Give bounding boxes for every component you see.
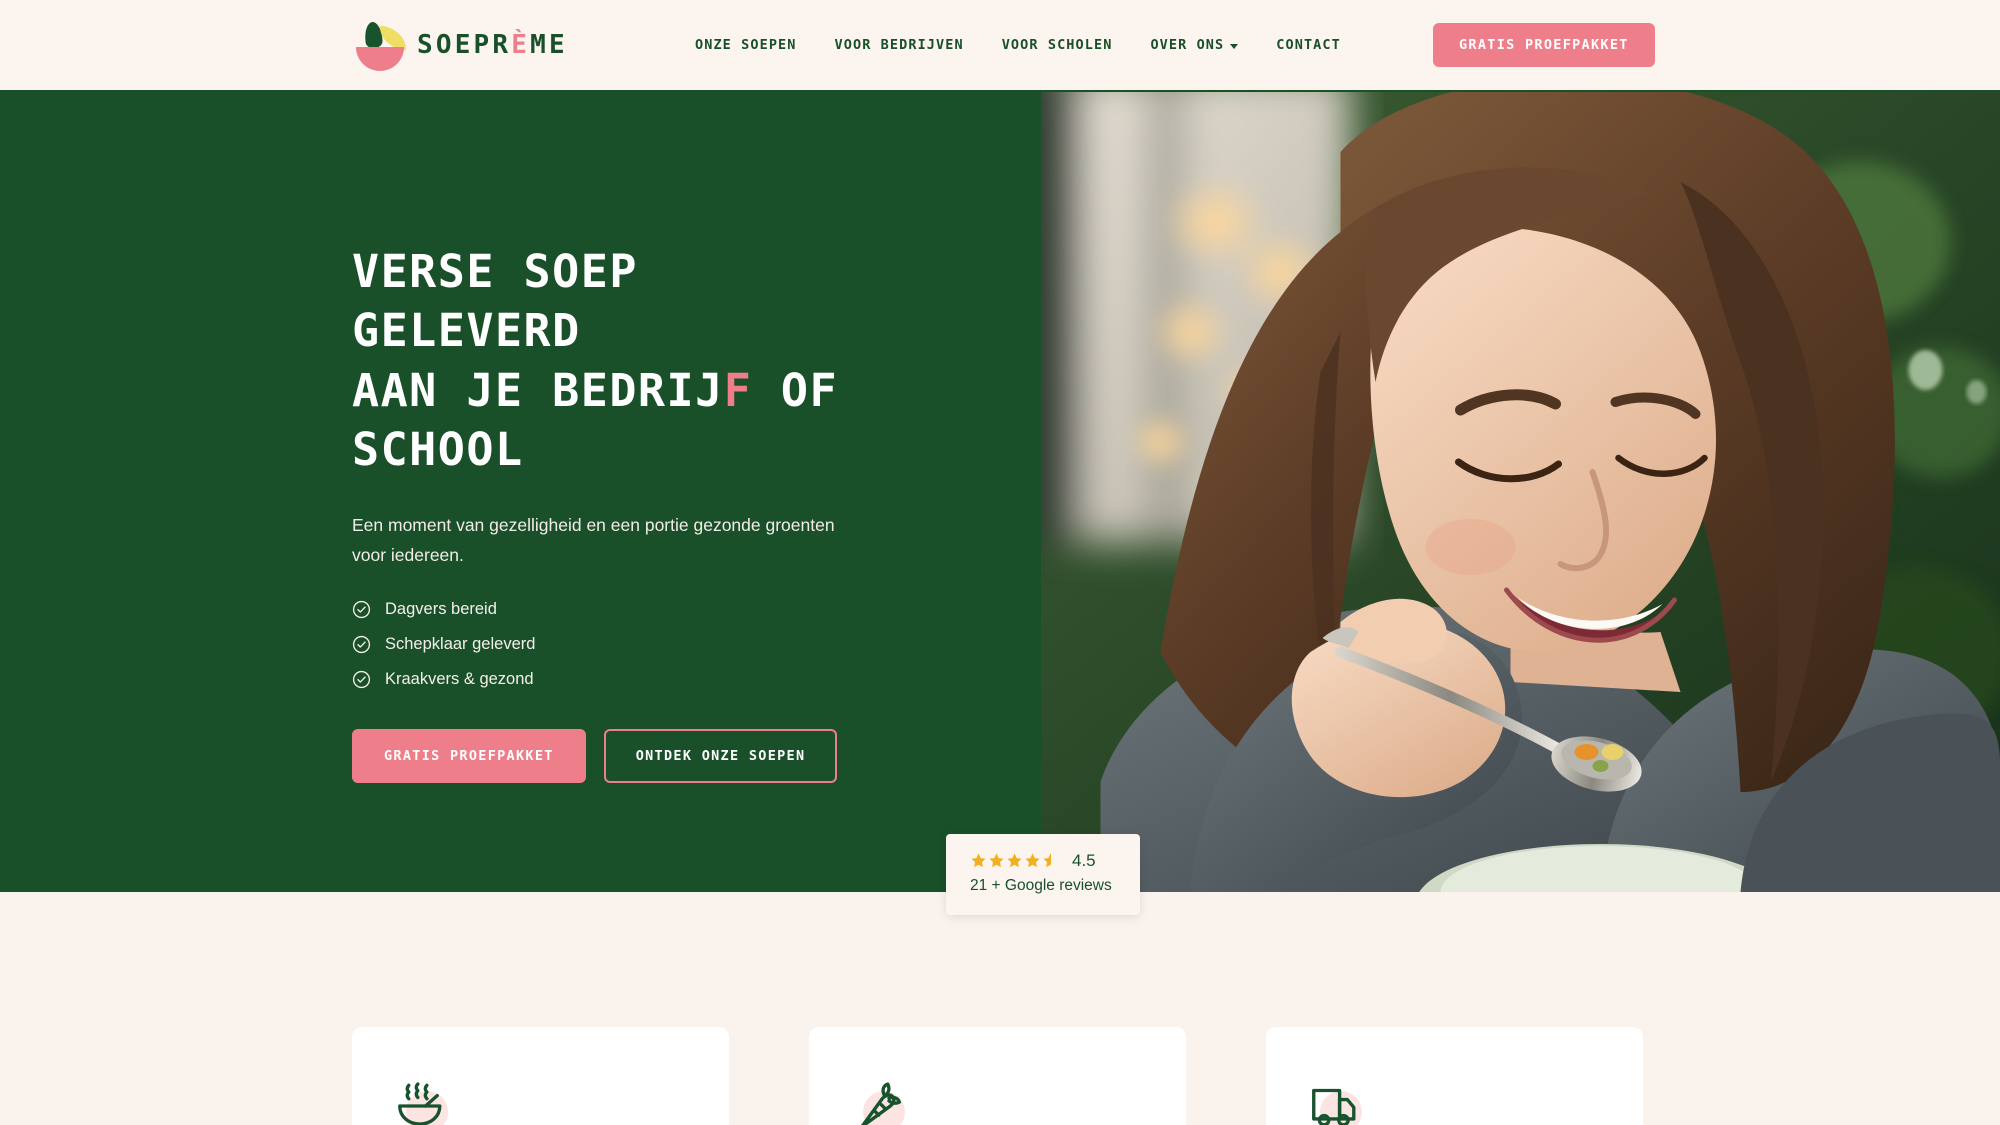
star-icon [1007, 853, 1022, 868]
nav-label: VOOR SCHOLEN [1001, 37, 1113, 53]
nav-label: OVER ONS [1150, 37, 1225, 53]
header-cta-button[interactable]: GRATIS PROEFPAKKET [1433, 23, 1655, 67]
hero-image-panel [1041, 92, 2000, 892]
check-circle-icon [352, 600, 371, 619]
star-icon [989, 853, 1004, 868]
main-navigation: ONZE SOEPEN VOOR BEDRIJVEN VOOR SCHOLEN … [676, 37, 1360, 53]
brand-name-part2: ME [530, 30, 568, 60]
nav-item-contact[interactable]: CONTACT [1257, 37, 1360, 53]
logo-pink-bowl [356, 47, 404, 71]
carrot-icon [849, 1075, 911, 1125]
feature-card-delivery[interactable] [1266, 1027, 1643, 1125]
feature-card-row [352, 1027, 1643, 1125]
nav-item-voor-scholen[interactable]: VOOR SCHOLEN [983, 37, 1132, 53]
hero-title-accent-letter: F [723, 363, 753, 417]
nav-item-over-ons[interactable]: OVER ONS [1131, 37, 1257, 53]
reviews-rating-row: 4.5 [970, 852, 1116, 869]
check-circle-icon [352, 635, 371, 654]
hero-benefits-list: Dagvers bereid Schepklaar geleverd Kraak… [352, 600, 892, 689]
list-item: Dagvers bereid [352, 600, 892, 619]
site-header: SOEPRÈME ONZE SOEPEN VOOR BEDRIJVEN VOOR… [0, 0, 2000, 92]
nav-label: ONZE SOEPEN [695, 37, 797, 53]
star-half-icon [1043, 853, 1058, 868]
nav-item-onze-soepen[interactable]: ONZE SOEPEN [676, 37, 816, 53]
check-circle-icon [352, 670, 371, 689]
nav-label: CONTACT [1276, 37, 1341, 53]
features-section [0, 892, 2000, 1125]
nav-item-voor-bedrijven[interactable]: VOOR BEDRIJVEN [816, 37, 983, 53]
brand-logo-link[interactable]: SOEPRÈME [352, 21, 568, 71]
hero-primary-cta-button[interactable]: GRATIS PROEFPAKKET [352, 728, 586, 783]
hero-subtitle: Een moment van gezelligheid en een porti… [352, 514, 835, 565]
hero-title-line1: VERSE SOEP GELEVERD [352, 245, 638, 358]
star-icon [1025, 853, 1040, 868]
feature-card-soup[interactable] [352, 1027, 729, 1125]
list-item: Schepklaar geleverd [352, 635, 892, 654]
hero-title: VERSE SOEP GELEVERD AAN JE BEDRIJF OF SCHO… [352, 242, 892, 480]
star-icon [971, 853, 986, 868]
hero-title-line3: SCHOOL [352, 423, 524, 477]
hero-photo [1041, 92, 2000, 892]
star-rating [970, 852, 1059, 869]
list-item: Kraakvers & gezond [352, 670, 892, 689]
hero-title-line2b: OF [752, 363, 839, 417]
google-reviews-badge: 4.5 21 + Google reviews [946, 834, 1140, 915]
chevron-down-icon [1230, 43, 1239, 49]
hero-title-line2a: AAN JE BEDRIJ [352, 363, 724, 417]
hero-section: VERSE SOEP GELEVERD AAN JE BEDRIJF OF SCHO… [0, 92, 2000, 915]
list-item-label: Schepklaar geleverd [385, 634, 536, 653]
list-item-label: Kraakvers & gezond [385, 669, 534, 688]
reviews-count-label: 21 + Google reviews [970, 877, 1112, 894]
brand-name-part1: SOEPR [417, 30, 512, 60]
hero-secondary-cta-button[interactable]: ONTDEK ONZE SOEPEN [603, 728, 838, 783]
hero-button-group: GRATIS PROEFPAKKET ONTDEK ONZE SOEPEN [352, 728, 892, 783]
hero-copy: VERSE SOEP GELEVERD AAN JE BEDRIJF OF SCHO… [352, 242, 892, 783]
list-item-label: Dagvers bereid [385, 599, 497, 618]
feature-card-fresh-vegetables[interactable] [809, 1027, 1186, 1125]
nav-label: VOOR BEDRIJVEN [834, 37, 964, 53]
reviews-score: 4.5 [1072, 851, 1096, 870]
brand-name: SOEPRÈME [417, 32, 568, 58]
delivery-truck-icon [1306, 1075, 1368, 1125]
steaming-soup-bowl-icon [392, 1075, 454, 1125]
hero-left-panel: VERSE SOEP GELEVERD AAN JE BEDRIJF OF SCHO… [0, 92, 1041, 892]
brand-name-accent: È [511, 30, 531, 60]
soup-bowl-logo-icon [352, 21, 409, 71]
